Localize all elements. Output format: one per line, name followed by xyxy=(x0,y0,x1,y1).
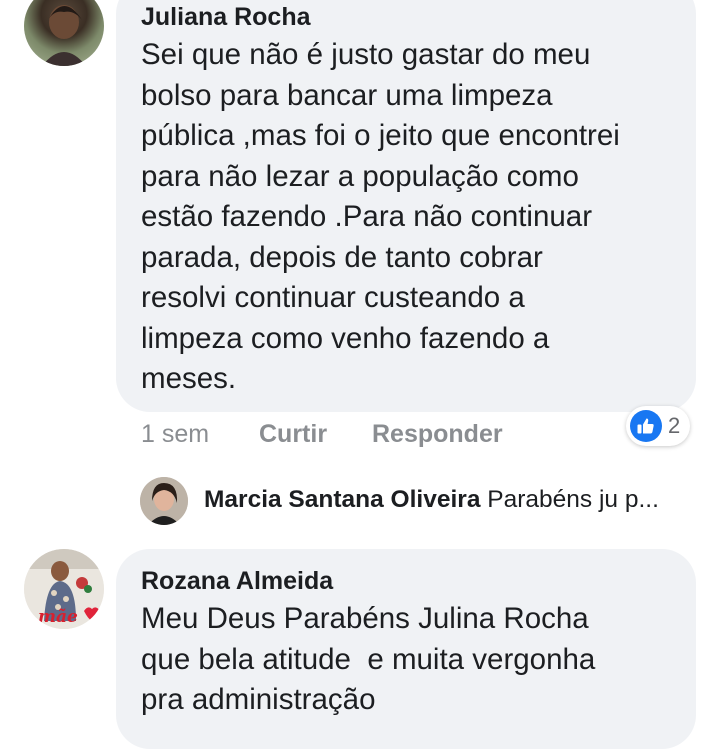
comment-line: limpeza como venho fazendo a xyxy=(141,322,550,355)
reply-preview[interactable]: Marcia Santana Oliveira Parabéns ju p... xyxy=(204,486,659,514)
comment-line: estão fazendo .Para não continuar xyxy=(141,200,593,233)
reply-author[interactable]: Marcia Santana Oliveira xyxy=(204,486,480,513)
avatar-caption: mãe xyxy=(38,607,78,627)
reaction-count: 2 xyxy=(668,413,681,438)
like-button[interactable]: Curtir xyxy=(259,420,327,449)
comment-author[interactable]: Rozana Almeida xyxy=(141,567,333,596)
comment-line: pública ,mas foi o jeito que encontrei xyxy=(141,119,620,152)
comment-line: Sei que não é justo gastar do meu xyxy=(141,38,591,71)
comment-line: resolvi continuar custeando a xyxy=(141,281,525,314)
comment-author[interactable]: Juliana Rocha xyxy=(141,3,311,32)
reply-preview-text: Parabéns ju p... xyxy=(487,486,659,513)
reply-button[interactable]: Responder xyxy=(372,420,503,449)
avatar-juliana-rocha[interactable] xyxy=(24,0,104,66)
comment-line: Meu Deus Parabéns Julina Rocha xyxy=(141,602,589,635)
comment-line: para não lezar a população como xyxy=(141,160,579,193)
comment-timestamp[interactable]: 1 sem xyxy=(141,420,209,449)
comment-line: meses. xyxy=(141,362,237,395)
comment-line: parada, depois de tanto cobrar xyxy=(141,241,543,274)
avatar-rozana-almeida[interactable]: mãe xyxy=(24,549,104,629)
comment-line: que bela atitude e muita vergonha xyxy=(141,643,596,676)
avatar-marcia-santana[interactable] xyxy=(140,477,188,525)
comment-line: pra administração xyxy=(141,683,376,716)
comment-line: bolso para bancar uma limpeza xyxy=(141,79,553,112)
reaction-summary[interactable]: 2 xyxy=(626,406,690,446)
thumbs-up-icon xyxy=(630,410,662,442)
